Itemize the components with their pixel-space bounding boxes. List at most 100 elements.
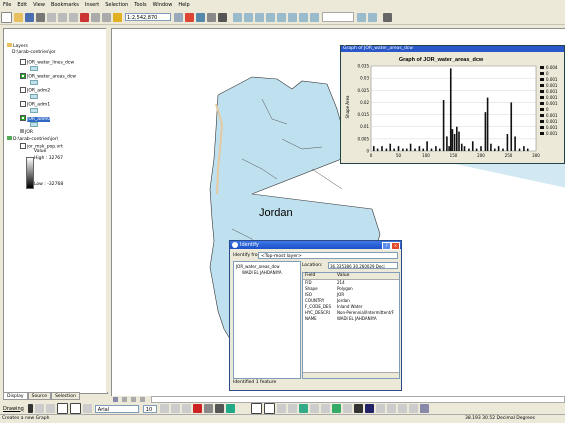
- select-pointer-icon[interactable]: [353, 404, 363, 413]
- measure-icon[interactable]: [386, 404, 396, 413]
- identify-dialog[interactable]: Identify ? × Identify from: <Top-most la…: [229, 240, 402, 391]
- cut-icon[interactable]: [47, 12, 56, 22]
- edit-vertices-icon[interactable]: [82, 404, 92, 413]
- identify-from-select[interactable]: <Top-most layer>: [258, 252, 398, 259]
- save-icon[interactable]: [25, 12, 34, 22]
- menu-item-view[interactable]: View: [30, 2, 48, 8]
- layer-symbol-swatch[interactable]: [30, 94, 38, 99]
- next-extent-icon[interactable]: [320, 404, 330, 413]
- fill-color-icon[interactable]: [203, 404, 213, 413]
- layer-checkbox[interactable]: [20, 87, 26, 93]
- layer-symbol-swatch[interactable]: [30, 66, 38, 71]
- find-icon[interactable]: [375, 404, 385, 413]
- paste-icon[interactable]: [69, 12, 78, 22]
- help-button[interactable]: ?: [382, 242, 391, 250]
- rectangle-icon[interactable]: [56, 403, 68, 414]
- layer-symbol-swatch[interactable]: [30, 122, 38, 127]
- focus-frame-icon[interactable]: [368, 12, 377, 22]
- pan-icon[interactable]: [287, 404, 297, 413]
- rotate-icon[interactable]: [34, 404, 44, 413]
- line-color-icon[interactable]: [214, 404, 224, 413]
- location-field[interactable]: 36.335386 30.260029 Deci: [328, 262, 398, 269]
- fixed-zoom-in-icon[interactable]: [299, 12, 308, 22]
- drawing-menu[interactable]: Drawing: [3, 406, 24, 412]
- map-scale-input[interactable]: 1:2,542,870: [125, 13, 171, 21]
- layer-symbol-swatch[interactable]: [30, 80, 38, 85]
- layer-checkbox[interactable]: [20, 73, 26, 79]
- toc-layer-jor-adm0[interactable]: JOR_adm0: [20, 115, 51, 122]
- menu-item-file[interactable]: File: [0, 2, 14, 8]
- pan-page-icon[interactable]: [266, 12, 275, 22]
- delete-icon[interactable]: [80, 12, 89, 22]
- zoom-out-icon[interactable]: [263, 403, 275, 414]
- toc-layer-jor-adm1[interactable]: JOR_adm1: [20, 101, 50, 108]
- toc-splitter[interactable]: [106, 28, 110, 392]
- previous-extent-icon[interactable]: [309, 404, 319, 413]
- menu-item-selection[interactable]: Selection: [102, 2, 131, 8]
- zoom-100-icon[interactable]: [288, 12, 297, 22]
- arctoolbox-icon[interactable]: [185, 12, 194, 22]
- toc-layer-jor-water-areas-dcw[interactable]: JOR_water_areas_dcw: [20, 73, 76, 80]
- full-extent-icon[interactable]: [298, 404, 308, 413]
- add-data-icon[interactable]: [113, 12, 122, 22]
- pause-draw-icon[interactable]: [140, 397, 145, 402]
- identify-icon[interactable]: [364, 404, 374, 413]
- tree-feature-node[interactable]: WADI EL JAHDANIYA: [242, 270, 282, 275]
- toggle-draft-icon[interactable]: [357, 12, 366, 22]
- print-icon[interactable]: [36, 12, 45, 22]
- tree-layer-node[interactable]: JOR_water_areas_dcw: [236, 264, 280, 269]
- full-page-icon[interactable]: [277, 12, 286, 22]
- new-document-icon[interactable]: [1, 11, 12, 23]
- graph-window[interactable]: Graph of JOR_water_areas_dcw Graph of JO…: [340, 45, 565, 164]
- change-layout-icon[interactable]: [383, 12, 392, 22]
- layout-view-icon[interactable]: [122, 397, 127, 402]
- refresh-icon[interactable]: [131, 397, 136, 402]
- identify-title-bar[interactable]: Identify ? ×: [230, 241, 401, 250]
- horizontal-scrollbar[interactable]: [151, 396, 565, 403]
- model-builder-icon[interactable]: [207, 12, 216, 22]
- toc-group-path-2[interactable]: D:\arab-contries\jor\: [7, 136, 58, 142]
- data-view-icon[interactable]: [113, 397, 118, 402]
- whats-this-icon[interactable]: [218, 12, 227, 22]
- zoom-in-icon[interactable]: [250, 403, 262, 414]
- layout-icon[interactable]: [233, 12, 242, 22]
- toc-group-path[interactable]: D:\arab-contries\jor: [12, 50, 56, 55]
- layer-checkbox[interactable]: [20, 101, 26, 107]
- new-text-icon[interactable]: [69, 403, 81, 414]
- toc-layer-jor-water-lines-dcw[interactable]: JOR_water_lines_dcw: [20, 59, 74, 66]
- select-elements-icon[interactable]: [27, 404, 33, 413]
- open-folder-icon[interactable]: [14, 12, 23, 22]
- select-features-icon[interactable]: [331, 404, 341, 413]
- bold-icon[interactable]: [159, 404, 169, 413]
- layer-checkbox[interactable]: [20, 143, 26, 149]
- menu-item-tools[interactable]: Tools: [131, 2, 149, 8]
- table-scrollbar[interactable]: [303, 372, 399, 378]
- font-size-select[interactable]: 10: [142, 404, 157, 413]
- undo-icon[interactable]: [91, 12, 100, 22]
- zoom-combo[interactable]: [322, 12, 354, 22]
- layer-checkbox[interactable]: [20, 115, 26, 121]
- font-select[interactable]: Arial: [94, 404, 139, 413]
- marker-color-icon[interactable]: [225, 404, 235, 413]
- clear-selection-icon[interactable]: [342, 404, 352, 413]
- underline-icon[interactable]: [181, 404, 191, 413]
- redo-icon[interactable]: [102, 12, 111, 22]
- menu-item-window[interactable]: Window: [150, 2, 176, 8]
- layers-group[interactable]: Layers: [7, 43, 28, 49]
- menu-item-help[interactable]: Help: [175, 2, 192, 8]
- zoom-to-selected-icon[interactable]: [45, 404, 55, 413]
- attribute-table[interactable]: Field Value FID 214 Shape Polygon ISO JOR COUN…: [302, 272, 400, 379]
- toc-layer-jor-adm2[interactable]: JOR_adm2: [20, 87, 50, 94]
- zoom-out-page-icon[interactable]: [255, 12, 264, 22]
- italic-icon[interactable]: [170, 404, 180, 413]
- editor-icon[interactable]: [174, 12, 183, 22]
- layer-symbol-swatch[interactable]: [30, 108, 38, 113]
- layer-checkbox[interactable]: [20, 59, 26, 65]
- time-slider-icon[interactable]: [419, 404, 429, 413]
- menu-item-bookmarks[interactable]: Bookmarks: [48, 2, 82, 8]
- toc-tab-display[interactable]: Display: [3, 392, 28, 400]
- toc-tab-source[interactable]: Source: [27, 392, 52, 400]
- copy-icon[interactable]: [58, 12, 67, 22]
- fixed-zoom-out-icon[interactable]: [310, 12, 319, 22]
- python-icon[interactable]: [196, 12, 205, 22]
